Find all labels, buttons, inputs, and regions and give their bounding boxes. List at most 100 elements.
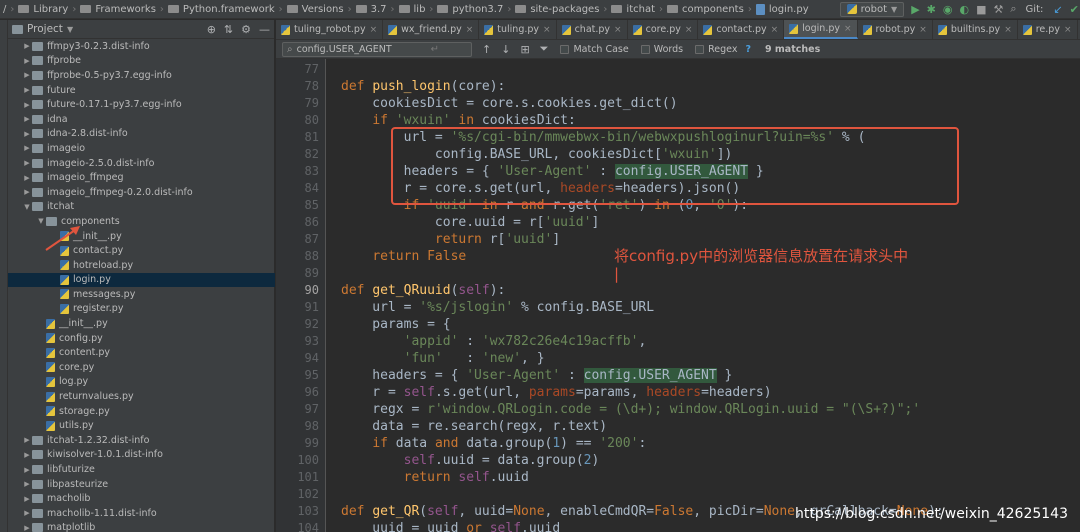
git-update-icon[interactable]: ↙ [1053, 2, 1062, 16]
tree-item[interactable]: utils.py [8, 418, 275, 433]
stop-icon[interactable]: ■ [976, 2, 986, 16]
breadcrumb-item[interactable]: Python.framework [165, 4, 278, 15]
tree-item[interactable]: ▶ kiwisolver-1.0.1.dist-info [8, 448, 275, 463]
collapsed-arrow-icon[interactable]: ▶ [22, 436, 32, 444]
collapsed-arrow-icon[interactable]: ▶ [22, 509, 32, 517]
tab-contact-py[interactable]: contact.py × [698, 20, 785, 39]
select-all-icon[interactable]: ⊞ [520, 43, 529, 56]
close-icon[interactable]: × [543, 25, 551, 35]
close-icon[interactable]: × [685, 25, 693, 35]
collapsed-arrow-icon[interactable]: ▶ [22, 188, 32, 196]
tree-item[interactable]: hotreload.py [8, 258, 275, 273]
collapsed-arrow-icon[interactable]: ▶ [22, 159, 32, 167]
breadcrumb-item[interactable]: login.py [753, 3, 812, 15]
close-icon[interactable]: × [370, 25, 378, 35]
collapsed-arrow-icon[interactable]: ▶ [22, 42, 32, 50]
coverage-icon[interactable]: ◉ [943, 2, 953, 16]
tab-core-py[interactable]: core.py × [628, 20, 699, 39]
profile-icon[interactable]: ◐ [959, 2, 969, 16]
breadcrumb-item[interactable]: components [664, 4, 747, 15]
tree-item[interactable]: ▼ itchat [8, 200, 275, 215]
breadcrumb-item[interactable]: 3.7 [353, 4, 390, 15]
breadcrumb-item[interactable]: Versions [284, 4, 347, 15]
collapsed-arrow-icon[interactable]: ▶ [22, 144, 32, 152]
match-case-checkbox[interactable]: Match Case [560, 44, 629, 55]
code-editor[interactable]: 77 78 79 80 81 82 83 84 85 86 87 88 89 90 91 92 93 94 95 96… [276, 59, 1080, 532]
collapsed-arrow-icon[interactable]: ▶ [22, 57, 32, 65]
project-title[interactable]: Project [27, 23, 63, 35]
tree-item[interactable]: ▶ idna-2.8.dist-info [8, 127, 275, 142]
tree-item[interactable]: ▶ libfuturize [8, 462, 275, 477]
close-icon[interactable]: × [1004, 25, 1012, 35]
run-icon[interactable]: ▶ [911, 2, 919, 16]
breadcrumb-item[interactable]: Frameworks [77, 4, 159, 15]
tree-item[interactable]: ▶ ffprobe-0.5-py3.7.egg-info [8, 68, 275, 83]
close-icon[interactable]: × [614, 25, 622, 35]
debug-icon[interactable]: ✱ [927, 2, 936, 16]
tree-item[interactable]: login.py [8, 272, 275, 288]
tree-item[interactable]: core.py [8, 360, 275, 375]
tree-item[interactable]: returnvalues.py [8, 389, 275, 404]
tab-re-py[interactable]: re.py × [1018, 20, 1078, 39]
locate-icon[interactable]: ⊕ [207, 23, 216, 36]
git-commit-icon[interactable]: ✔ [1070, 2, 1079, 16]
tree-item[interactable]: ▶ ffprobe [8, 54, 275, 69]
close-icon[interactable]: × [844, 24, 852, 34]
collapsed-arrow-icon[interactable]: ▶ [22, 101, 32, 109]
filter-icon[interactable]: ⏷ [540, 42, 549, 56]
tree-item[interactable]: content.py [8, 345, 275, 360]
breadcrumb-item[interactable]: site-packages [512, 4, 602, 15]
collapsed-arrow-icon[interactable]: ▶ [22, 130, 32, 138]
gear-icon[interactable]: ⚙ [241, 23, 251, 36]
collapsed-arrow-icon[interactable]: ▶ [22, 495, 32, 503]
tree-item[interactable]: ▶ matplotlib [8, 521, 275, 532]
regex-checkbox[interactable]: Regex? [695, 44, 751, 55]
tree-item[interactable]: ▶ itchat-1.2.32.dist-info [8, 433, 275, 448]
tree-item[interactable]: ▶ macholib-1.11.dist-info [8, 506, 275, 521]
collapsed-arrow-icon[interactable]: ▶ [22, 71, 32, 79]
tree-item[interactable]: messages.py [8, 287, 275, 302]
tree-item[interactable]: __init__.py [8, 316, 275, 331]
previous-match-icon[interactable]: ↑ [482, 43, 491, 56]
tab-login-py[interactable]: login.py × [784, 20, 858, 39]
close-icon[interactable]: × [919, 25, 927, 35]
tree-item[interactable]: ▶ imageio_ffmpeg [8, 170, 275, 185]
breadcrumb-item[interactable]: python3.7 [434, 4, 506, 15]
next-match-icon[interactable]: ↓ [501, 43, 510, 56]
chevron-down-icon[interactable]: ▼ [67, 25, 73, 34]
tab-builtins-py[interactable]: builtins.py × [933, 20, 1018, 39]
collapsed-arrow-icon[interactable]: ▶ [22, 115, 32, 123]
collapsed-arrow-icon[interactable]: ▶ [22, 466, 32, 474]
breadcrumb-item[interactable]: / [0, 4, 9, 15]
breadcrumb-item[interactable]: itchat [608, 4, 658, 15]
tab-tuling-py[interactable]: tuling.py × [479, 20, 557, 39]
regex-help-icon[interactable]: ? [745, 44, 751, 55]
tree-item[interactable]: register.py [8, 302, 275, 317]
tab-chat-py[interactable]: chat.py × [557, 20, 628, 39]
tab-tuling-robot-py[interactable]: tuling_robot.py × [276, 20, 384, 39]
tree-item[interactable]: storage.py [8, 404, 275, 419]
words-checkbox[interactable]: Words [640, 44, 683, 55]
close-icon[interactable]: × [466, 25, 474, 35]
build-icon[interactable]: ⚒ [994, 2, 1004, 16]
tree-item[interactable]: config.py [8, 331, 275, 346]
search-field[interactable]: ⌕ ↵ [282, 41, 472, 57]
tree-item[interactable]: ▶ future-0.17.1-py3.7.egg-info [8, 97, 275, 112]
tree-item[interactable]: ▶ ffmpy3-0.2.3.dist-info [8, 39, 275, 54]
tab-wx-friend-py[interactable]: wx_friend.py × [383, 20, 480, 39]
tree-item[interactable]: log.py [8, 375, 275, 390]
breadcrumb-item[interactable]: lib [396, 4, 429, 15]
search-input[interactable] [296, 43, 427, 55]
run-config-selector[interactable]: robot ▼ [839, 1, 905, 17]
search-everywhere-icon[interactable]: ⌕ [1010, 2, 1016, 16]
tree-item[interactable]: ▶ imageio_ffmpeg-0.2.0.dist-info [8, 185, 275, 200]
collapsed-arrow-icon[interactable]: ▶ [22, 480, 32, 488]
tree-item[interactable]: ▶ imageio [8, 141, 275, 156]
close-icon[interactable]: × [771, 25, 779, 35]
hide-icon[interactable]: — [259, 23, 270, 36]
tree-item[interactable]: ▶ idna [8, 112, 275, 127]
collapsed-arrow-icon[interactable]: ▶ [22, 86, 32, 94]
collapse-icon[interactable]: ⇅ [224, 23, 233, 36]
breadcrumb-item[interactable]: Library [15, 4, 71, 15]
collapsed-arrow-icon[interactable]: ▶ [22, 524, 32, 532]
